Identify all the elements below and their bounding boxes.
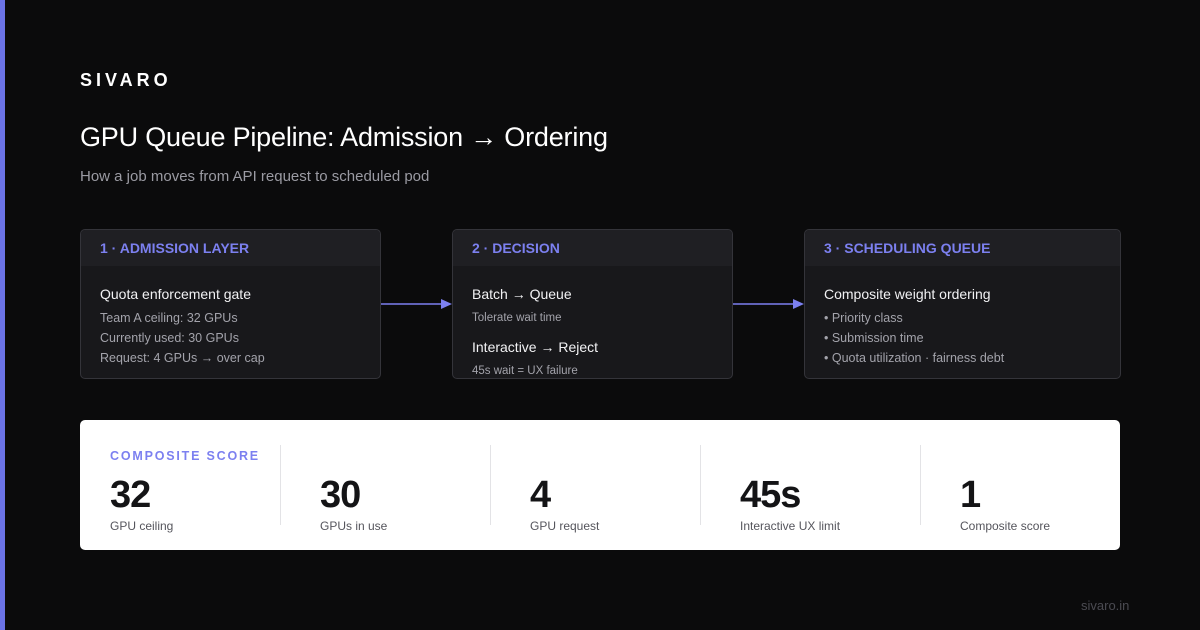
card-header: 1 · ADMISSION LAYER [81,230,380,266]
card-line: Currently used: 30 GPUs [100,331,239,345]
arrow-decision-to-queue [733,299,804,309]
stat-caption: Composite score [960,519,1051,533]
card-heading: Composite weight ordering [824,286,991,302]
stat-divider [920,445,921,525]
bullet-item: • Quota utilization · fairness debt [824,351,1005,365]
card-body: Composite weight ordering • Priority cla… [805,266,1120,368]
card-header: 3 · SCHEDULING QUEUE [805,230,1120,266]
stat-value: 32 [110,474,151,516]
batch-note: Tolerate wait time [472,312,562,324]
stat-value: 1 [960,474,981,516]
stat-divider [490,445,491,525]
stat-divider [700,445,701,525]
page-title: GPU Queue Pipeline: Admission → Ordering [80,122,608,152]
card-line: Request: 4 GPUs → over cap [100,351,265,365]
card-body: Quota enforcement gate Team A ceiling: 3… [81,266,380,368]
interactive-note: 45s wait = UX failure [472,365,578,377]
arrow-admission-to-decision [381,299,452,309]
stats-panel: COMPOSITE SCORE 32 GPU ceiling 30 GPUs i… [80,420,1120,550]
stat-value: 4 [530,474,551,516]
card-heading: Quota enforcement gate [100,286,251,302]
batch-route: Batch → Queue [472,286,572,302]
bullet-item: • Priority class [824,311,903,325]
stat-value: 30 [320,474,361,516]
left-accent-bar [0,0,5,630]
admission-layer-card: 1 · ADMISSION LAYER Quota enforcement ga… [80,229,381,379]
page-subtitle: How a job moves from API request to sche… [80,168,430,185]
interactive-route: Interactive → Reject [472,339,599,355]
card-line: Team A ceiling: 32 GPUs [100,311,238,325]
stat-caption: GPU request [530,519,600,533]
bullet-item: • Submission time [824,331,924,345]
stat-value: 45s [740,474,801,516]
scheduling-queue-card: 3 · SCHEDULING QUEUE Composite weight or… [804,229,1121,379]
card-body: Batch → Queue Tolerate wait time Interac… [453,266,732,378]
stats-label: COMPOSITE SCORE [110,449,260,463]
stat-caption: Interactive UX limit [740,519,841,533]
footer-url: sivaro.in [1081,598,1130,613]
card-header: 2 · DECISION [453,230,732,266]
stat-caption: GPU ceiling [110,519,174,533]
brand-logo: SIVARO [80,70,172,90]
stat-caption: GPUs in use [320,519,388,533]
stat-divider [280,445,281,525]
decision-card: 2 · DECISION Batch → Queue Tolerate wait… [452,229,733,379]
